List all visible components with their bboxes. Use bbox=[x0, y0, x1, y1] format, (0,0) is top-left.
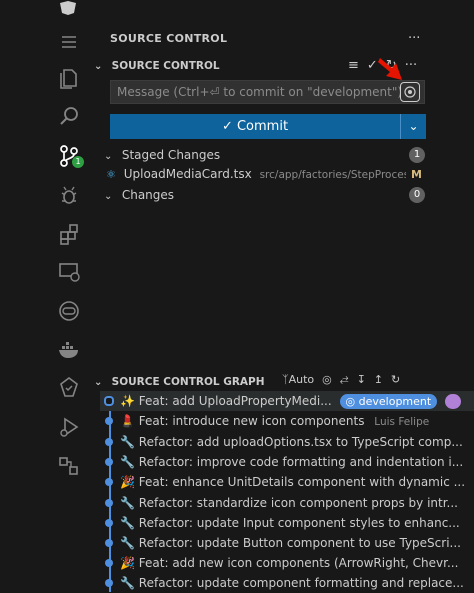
staged-file-row[interactable]: ⚛ UploadMediaCard.tsx src/app/factories/… bbox=[106, 164, 406, 184]
commit-message: Feat: enhance UnitDetails component with… bbox=[138, 475, 466, 489]
graph-node bbox=[105, 478, 113, 486]
changes-header[interactable]: ⌄ Changes bbox=[104, 185, 174, 205]
docker-icon[interactable] bbox=[55, 336, 83, 364]
chevron-down-icon: ⌄ bbox=[94, 61, 103, 72]
commit-row[interactable]: 🔧 Refactor: update component formatting … bbox=[100, 573, 474, 593]
graph-node bbox=[105, 438, 113, 446]
commit-message: Refactor: add uploadOptions.tsx to TypeS… bbox=[138, 435, 463, 449]
commit-message: Refactor: standardize icon component pro… bbox=[138, 496, 458, 510]
staged-changes-label: Staged Changes bbox=[121, 148, 221, 162]
source-control-badge: 1 bbox=[72, 156, 84, 168]
menu-icon[interactable] bbox=[55, 28, 83, 56]
check-icon: ✓ bbox=[221, 119, 233, 134]
view-more-actions-icon[interactable]: ··· bbox=[408, 31, 420, 46]
staged-file-name: UploadMediaCard.tsx bbox=[123, 167, 252, 181]
source-control-section-label: SOURCE CONTROL bbox=[111, 60, 220, 72]
extensions-icon[interactable] bbox=[55, 220, 83, 248]
graph-node bbox=[105, 458, 113, 466]
refresh-icon[interactable]: ↻ bbox=[391, 373, 400, 386]
commit-row[interactable]: 🔧 Refactor: standardize icon component p… bbox=[100, 493, 474, 513]
commit-dropdown-button[interactable]: ⌄ bbox=[400, 114, 426, 139]
branch-badge: ◎ development bbox=[339, 394, 438, 409]
search-icon[interactable] bbox=[55, 103, 83, 131]
commit-emoji: 🎉 bbox=[120, 556, 135, 570]
staged-count-badge: 1 bbox=[409, 147, 425, 163]
pull-icon[interactable]: ↧ bbox=[357, 373, 366, 386]
source-control-graph-header[interactable]: ⌄ SOURCE CONTROL GRAPH bbox=[94, 372, 265, 392]
commit-emoji: 🔧 bbox=[120, 576, 135, 590]
remote-explorer-icon[interactable] bbox=[55, 258, 83, 286]
commit-author: Luis Felipe bbox=[374, 416, 430, 428]
fetch-icon[interactable]: ⥄ bbox=[340, 372, 349, 386]
commit-emoji: 🔧 bbox=[120, 536, 135, 550]
view-title: SOURCE CONTROL bbox=[110, 32, 228, 45]
app-logo-icon bbox=[58, 0, 78, 19]
commit-row[interactable]: 🔧 Refactor: update Button component to u… bbox=[100, 533, 474, 553]
commit-row[interactable]: 🎉 Feat: add new icon components (ArrowRi… bbox=[100, 553, 474, 573]
commit-emoji: 🔧 bbox=[120, 435, 135, 449]
commit-emoji: 🎉 bbox=[120, 475, 135, 489]
chevron-down-icon: ⌄ bbox=[408, 119, 419, 133]
graph-actions: ᛉAuto ◎ ⥄ ↧ ↥ ↻ bbox=[282, 372, 400, 386]
graph-node bbox=[105, 519, 113, 527]
staged-file-path: src/app/factories/StepProcess/c... bbox=[259, 169, 406, 181]
testing-icon[interactable] bbox=[55, 374, 83, 402]
modified-status: M bbox=[411, 168, 422, 181]
github-actions-icon[interactable] bbox=[55, 297, 83, 325]
explorer-icon[interactable] bbox=[55, 64, 83, 92]
view-as-tree-icon[interactable]: ≡ bbox=[348, 58, 359, 73]
commit-button[interactable]: ✓ Commit bbox=[110, 114, 425, 139]
branch-icon[interactable]: ᛉAuto bbox=[282, 373, 314, 386]
branch-name: development bbox=[358, 395, 432, 408]
commit-message-input[interactable]: Message (Ctrl+⏎ to commit on "developmen… bbox=[110, 80, 425, 104]
staged-changes-header[interactable]: ⌄ Staged Changes bbox=[104, 145, 220, 165]
react-file-icon: ⚛ bbox=[106, 168, 116, 181]
generate-commit-message-button[interactable] bbox=[400, 82, 420, 102]
changes-count-badge: 0 bbox=[409, 187, 425, 203]
commit-emoji: 💄 bbox=[120, 414, 135, 428]
commit-emoji: ✨ bbox=[120, 394, 135, 408]
graph-node bbox=[105, 499, 113, 507]
graph-node bbox=[104, 396, 114, 406]
auto-label: Auto bbox=[288, 372, 315, 386]
graph-node bbox=[105, 559, 113, 567]
activity-bar: 1 bbox=[0, 0, 86, 592]
source-control-section-header[interactable]: ⌄ SOURCE CONTROL bbox=[94, 58, 220, 78]
commit-emoji: 🔧 bbox=[120, 496, 135, 510]
commit-message: Refactor: improve code formatting and in… bbox=[138, 455, 464, 469]
remote-cloud-icon bbox=[445, 394, 462, 409]
commit-row[interactable]: 💄 Feat: introduce new icon components Lu… bbox=[100, 411, 474, 431]
commit-row[interactable]: ✨ Feat: add UploadPropertyMedi... ◎ deve… bbox=[100, 391, 474, 411]
graph-node bbox=[105, 539, 113, 547]
commit-message: Refactor: update Button component to use… bbox=[138, 536, 461, 550]
commit-emoji: 🔧 bbox=[120, 516, 135, 530]
commit-message: Refactor: update component formatting an… bbox=[138, 576, 464, 590]
commit-row[interactable]: 🎉 Feat: enhance UnitDetails component wi… bbox=[100, 472, 474, 492]
push-icon[interactable]: ↥ bbox=[374, 373, 383, 386]
commit-button-label: Commit bbox=[236, 119, 289, 134]
run-debug-icon[interactable] bbox=[55, 413, 83, 441]
commit-message: Feat: add new icon components (ArrowRigh… bbox=[138, 556, 459, 570]
commit-message: Feat: introduce new icon components bbox=[138, 414, 365, 428]
chevron-down-icon: ⌄ bbox=[94, 377, 103, 388]
debug-icon[interactable] bbox=[55, 181, 83, 209]
graph-header-label: SOURCE CONTROL GRAPH bbox=[111, 376, 265, 388]
graph-node bbox=[105, 579, 113, 587]
commit-row[interactable]: 🔧 Refactor: add uploadOptions.tsx to Typ… bbox=[100, 432, 474, 452]
target-icon[interactable]: ◎ bbox=[322, 373, 332, 386]
commit-row[interactable]: 🔧 Refactor: improve code formatting and … bbox=[100, 452, 474, 472]
graph-node bbox=[105, 417, 113, 425]
chevron-down-icon: ⌄ bbox=[104, 191, 113, 202]
commit-row[interactable]: 🔧 Refactor: update Input component style… bbox=[100, 513, 474, 533]
changes-label: Changes bbox=[121, 188, 175, 202]
commit-message: Refactor: update Input component styles … bbox=[138, 516, 460, 530]
references-icon[interactable] bbox=[55, 452, 83, 480]
commit-message: Feat: add UploadPropertyMedi... bbox=[138, 394, 332, 408]
commit-emoji: 🔧 bbox=[120, 455, 135, 469]
